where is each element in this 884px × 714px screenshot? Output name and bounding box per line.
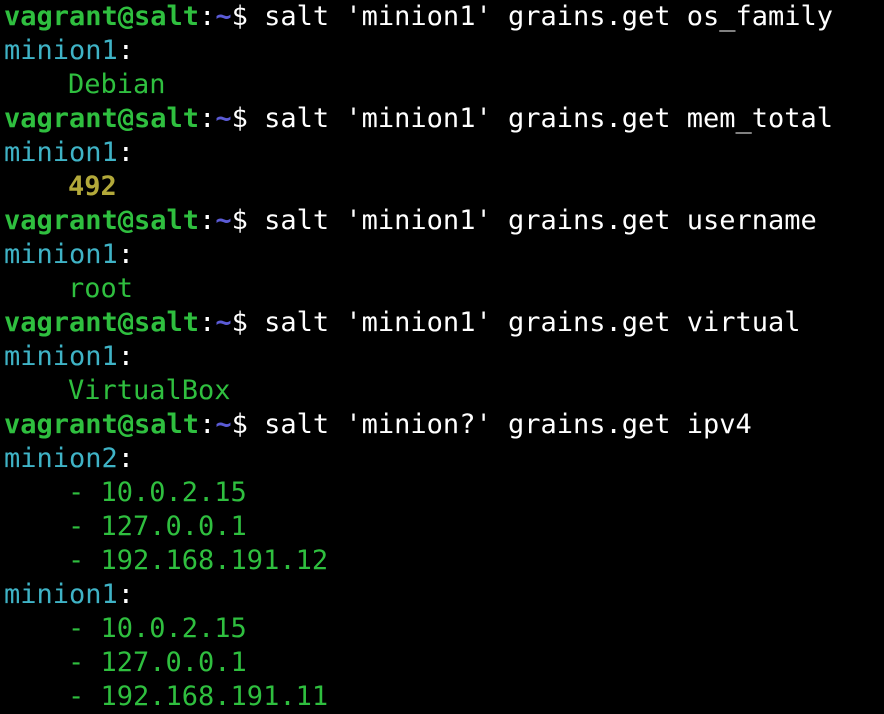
minion-name: minion2 [4, 443, 118, 474]
output-value-line: - 192.168.191.11 [0, 680, 884, 714]
minion-header-line: minion1: [0, 578, 884, 612]
minion-header-line: minion1: [0, 136, 884, 170]
minion-name: minion1 [4, 239, 118, 270]
prompt-separator: : [199, 103, 216, 134]
minion-header-line: minion2: [0, 442, 884, 476]
prompt-symbol: $ [231, 409, 265, 440]
command-text: salt 'minion1' grains.get username [264, 205, 817, 236]
minion-colon: : [117, 35, 135, 66]
output-value-line: root [0, 272, 884, 306]
minion-colon: : [117, 579, 135, 610]
output-value-line: - 127.0.0.1 [0, 510, 884, 544]
minion-name: minion1 [4, 137, 118, 168]
prompt-separator: : [199, 409, 216, 440]
prompt-line: vagrant@salt:~$ salt 'minion1' grains.ge… [0, 204, 884, 238]
minion-name: minion1 [4, 341, 118, 372]
prompt-symbol: $ [231, 1, 265, 32]
prompt-path: ~ [215, 103, 232, 134]
output-value: - 10.0.2.15 [68, 477, 247, 508]
output-value: VirtualBox [68, 375, 231, 406]
prompt-path: ~ [215, 307, 232, 338]
output-value-line: - 127.0.0.1 [0, 646, 884, 680]
prompt-user-host: vagrant@salt [4, 1, 200, 32]
minion-header-line: minion1: [0, 34, 884, 68]
output-value: - 127.0.0.1 [68, 511, 247, 542]
terminal-window[interactable]: vagrant@salt:~$ salt 'minion1' grains.ge… [0, 0, 884, 712]
output-value: 492 [68, 171, 117, 202]
prompt-separator: : [199, 307, 216, 338]
prompt-path: ~ [215, 1, 232, 32]
prompt-symbol: $ [231, 103, 265, 134]
prompt-separator: : [199, 205, 216, 236]
prompt-user-host: vagrant@salt [4, 409, 200, 440]
command-text: salt 'minion1' grains.get mem_total [264, 103, 834, 134]
minion-colon: : [117, 443, 135, 474]
output-value: - 127.0.0.1 [68, 647, 247, 678]
output-value: - 192.168.191.11 [68, 681, 329, 712]
prompt-user-host: vagrant@salt [4, 103, 200, 134]
command-text: salt 'minion1' grains.get os_family [264, 1, 834, 32]
prompt-path: ~ [215, 409, 232, 440]
output-value-line: 492 [0, 170, 884, 204]
minion-colon: : [117, 137, 135, 168]
output-value: - 192.168.191.12 [68, 545, 329, 576]
prompt-symbol: $ [231, 205, 265, 236]
prompt-line: vagrant@salt:~$ salt 'minion1' grains.ge… [0, 306, 884, 340]
output-value-line: - 10.0.2.15 [0, 476, 884, 510]
output-value-line: - 10.0.2.15 [0, 612, 884, 646]
prompt-line: vagrant@salt:~$ salt 'minion?' grains.ge… [0, 408, 884, 442]
minion-colon: : [117, 239, 135, 270]
minion-name: minion1 [4, 579, 118, 610]
minion-header-line: minion1: [0, 238, 884, 272]
prompt-symbol: $ [231, 307, 265, 338]
prompt-line: vagrant@salt:~$ salt 'minion1' grains.ge… [0, 102, 884, 136]
output-value: root [68, 273, 134, 304]
command-text: salt 'minion1' grains.get virtual [264, 307, 801, 338]
minion-colon: : [117, 341, 135, 372]
minion-header-line: minion1: [0, 340, 884, 374]
output-value-line: Debian [0, 68, 884, 102]
prompt-separator: : [199, 1, 216, 32]
command-text: salt 'minion?' grains.get ipv4 [264, 409, 752, 440]
prompt-user-host: vagrant@salt [4, 307, 200, 338]
output-value-line: - 192.168.191.12 [0, 544, 884, 578]
output-value-line: VirtualBox [0, 374, 884, 408]
minion-name: minion1 [4, 35, 118, 66]
prompt-path: ~ [215, 205, 232, 236]
prompt-line: vagrant@salt:~$ salt 'minion1' grains.ge… [0, 0, 884, 34]
output-value: - 10.0.2.15 [68, 613, 247, 644]
output-value: Debian [68, 69, 166, 100]
prompt-user-host: vagrant@salt [4, 205, 200, 236]
